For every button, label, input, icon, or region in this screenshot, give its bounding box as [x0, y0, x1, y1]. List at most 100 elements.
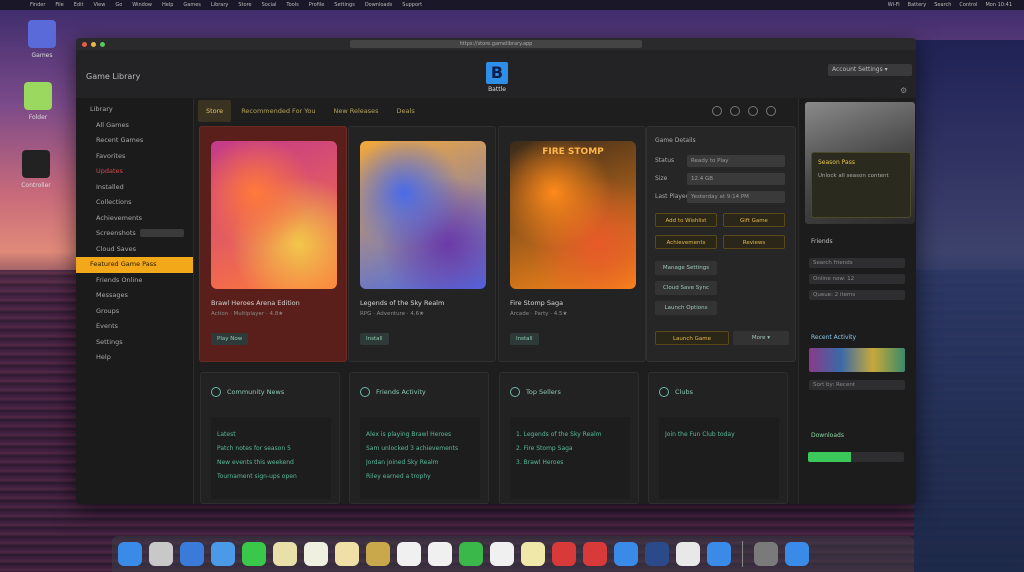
friends-icon[interactable]: [748, 106, 758, 116]
detail-action-button[interactable]: Add to Wishlist: [655, 213, 717, 227]
more-options-button[interactable]: More ▾: [733, 331, 789, 345]
menu-item[interactable]: Social: [262, 2, 277, 8]
panel-line[interactable]: Latest: [217, 431, 325, 438]
panel-line[interactable]: Riley earned a trophy: [366, 473, 474, 480]
maximize-window-icon[interactable]: [100, 41, 105, 47]
status-item[interactable]: Mon 10:41: [985, 2, 1012, 8]
panel-line[interactable]: Patch notes for season 5: [217, 445, 325, 452]
profile-icon[interactable]: [766, 106, 776, 116]
info-panel-header[interactable]: Friends Activity: [360, 387, 426, 397]
game-card[interactable]: FIRE STOMP Fire Stomp Saga Arcade · Party …: [498, 126, 646, 362]
game-card-button[interactable]: Install: [360, 333, 389, 345]
queue-field[interactable]: Queue: 2 items: [809, 290, 905, 300]
dock-app-icon[interactable]: [785, 542, 809, 566]
panel-line[interactable]: 1. Legends of the Sky Realm: [516, 431, 624, 438]
dock-app-icon[interactable]: [304, 542, 328, 566]
info-panel-header[interactable]: Clubs: [659, 387, 693, 397]
menu-item[interactable]: File: [55, 2, 63, 8]
game-card-button[interactable]: Install: [510, 333, 539, 345]
menu-item[interactable]: Tools: [286, 2, 298, 8]
desktop-icon-folder[interactable]: Folder: [8, 82, 68, 121]
promo-card[interactable]: Season Pass Unlock all season content: [811, 152, 911, 218]
menu-item[interactable]: View: [93, 2, 105, 8]
close-window-icon[interactable]: [82, 41, 87, 47]
dock-app-icon[interactable]: [490, 542, 514, 566]
detail-action-button[interactable]: Gift Game: [723, 213, 785, 227]
tab[interactable]: Deals: [389, 100, 423, 122]
info-panel-header[interactable]: Community News: [211, 387, 284, 397]
game-cover-art[interactable]: [360, 141, 486, 289]
dock-app-icon[interactable]: [149, 542, 173, 566]
gear-icon[interactable]: ⚙: [900, 86, 908, 95]
menu-item[interactable]: Profile: [309, 2, 325, 8]
tab[interactable]: New Releases: [326, 100, 387, 122]
panel-line[interactable]: 3. Brawl Heroes: [516, 459, 624, 466]
dock-app-icon[interactable]: [428, 542, 452, 566]
launch-game-button[interactable]: Launch Game: [655, 331, 729, 345]
dock-app-icon[interactable]: [459, 542, 483, 566]
friends-search[interactable]: Search friends: [809, 258, 905, 268]
tab[interactable]: Store: [198, 100, 232, 122]
dock-app-icon[interactable]: [118, 542, 142, 566]
sidebar-item[interactable]: Cloud Saves: [76, 242, 193, 258]
desktop-icon-controller[interactable]: Controller: [6, 150, 66, 189]
menu-item[interactable]: Downloads: [365, 2, 392, 8]
dock-app-icon[interactable]: [366, 542, 390, 566]
notification-icon[interactable]: [730, 106, 740, 116]
promo-banner[interactable]: Season Pass Unlock all season content: [805, 102, 915, 224]
sidebar-item[interactable]: Recent Games: [76, 133, 193, 149]
dock-app-icon[interactable]: [273, 542, 297, 566]
dock-app-icon[interactable]: [397, 542, 421, 566]
menu-item[interactable]: Go: [115, 2, 122, 8]
status-item[interactable]: Control: [959, 2, 977, 8]
dock-app-icon[interactable]: [180, 542, 204, 566]
sidebar-item[interactable]: Achievements: [76, 211, 193, 227]
sidebar-item[interactable]: Updates: [76, 164, 193, 180]
sidebar-item[interactable]: Help: [76, 350, 193, 366]
game-card[interactable]: Legends of the Sky Realm RPG · Adventure …: [348, 126, 496, 362]
sidebar-item[interactable]: Collections: [76, 195, 193, 211]
game-cover-art[interactable]: FIRE STOMP: [510, 141, 636, 289]
sidebar-item[interactable]: Screenshots: [76, 226, 193, 242]
dock-app-icon[interactable]: [614, 542, 638, 566]
sidebar-item[interactable]: Library: [76, 102, 193, 118]
dock-app-icon[interactable]: [211, 542, 235, 566]
menu-item[interactable]: Settings: [334, 2, 355, 8]
game-card[interactable]: Brawl Heroes Arena Edition Action · Multi…: [199, 126, 347, 362]
settings-icon[interactable]: [712, 106, 722, 116]
sidebar-item[interactable]: Friends Online: [76, 273, 193, 289]
account-dropdown[interactable]: Account Settings ▾: [828, 64, 912, 76]
panel-line[interactable]: Join the Fun Club today: [665, 431, 773, 438]
activity-thumbnails[interactable]: [809, 348, 905, 372]
menu-item[interactable]: Library: [211, 2, 228, 8]
dock-app-icon[interactable]: [754, 542, 778, 566]
dock-app-icon[interactable]: [645, 542, 669, 566]
dock-app-icon[interactable]: [552, 542, 576, 566]
detail-action-button[interactable]: Reviews: [723, 235, 785, 249]
panel-line[interactable]: New events this weekend: [217, 459, 325, 466]
dock-app-icon[interactable]: [521, 542, 545, 566]
sidebar-item[interactable]: Messages: [76, 288, 193, 304]
sidebar-item[interactable]: Settings: [76, 335, 193, 351]
panel-line[interactable]: Jordan joined Sky Realm: [366, 459, 474, 466]
status-item[interactable]: Search: [934, 2, 951, 8]
game-cover-art[interactable]: [211, 141, 337, 289]
detail-action-button[interactable]: Achievements: [655, 235, 717, 249]
panel-line[interactable]: Alex is playing Brawl Heroes: [366, 431, 474, 438]
menu-item[interactable]: Games: [183, 2, 201, 8]
app-logo[interactable]: B Battle: [480, 62, 514, 93]
sidebar-item[interactable]: Events: [76, 319, 193, 335]
panel-line[interactable]: 2. Fire Stomp Saga: [516, 445, 624, 452]
sidebar-item[interactable]: Favorites: [76, 149, 193, 165]
dock-app-icon[interactable]: [676, 542, 700, 566]
panel-line[interactable]: Sam unlocked 3 achievements: [366, 445, 474, 452]
sidebar-item[interactable]: Installed: [76, 180, 193, 196]
minimize-window-icon[interactable]: [91, 41, 96, 47]
detail-option-button[interactable]: Cloud Save Sync: [655, 281, 717, 295]
dock-app-icon[interactable]: [707, 542, 731, 566]
menu-item[interactable]: Support: [402, 2, 422, 8]
dock-app-icon[interactable]: [242, 542, 266, 566]
address-bar[interactable]: https://store.gamelibrary.app: [350, 40, 642, 48]
menu-item[interactable]: Finder: [30, 2, 45, 8]
detail-option-button[interactable]: Launch Options: [655, 301, 717, 315]
